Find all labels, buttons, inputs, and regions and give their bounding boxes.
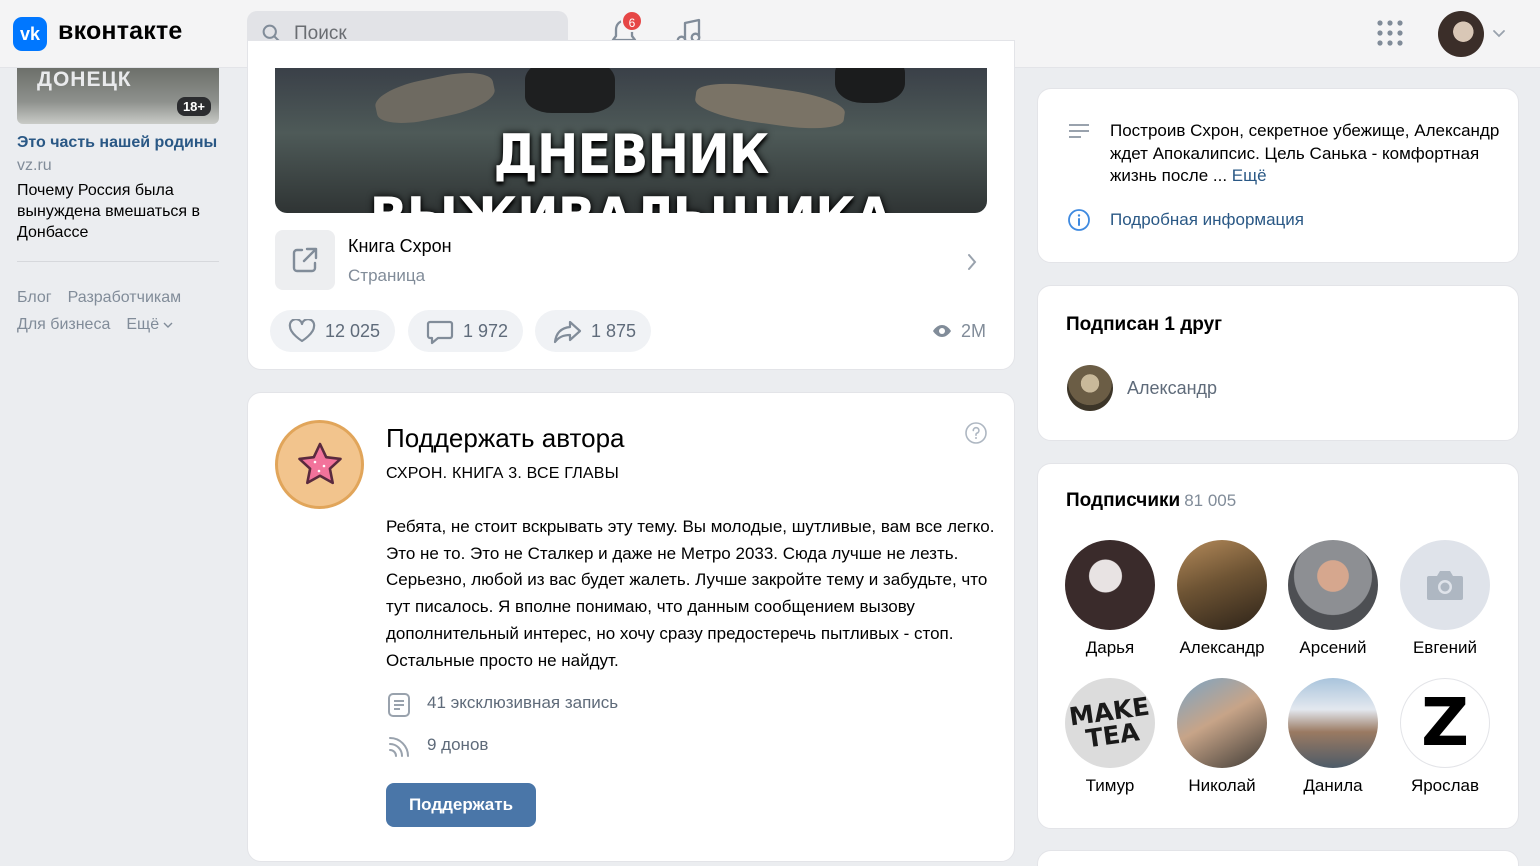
image-detail xyxy=(835,68,905,103)
footer-links: Блог Разработчикам Для бизнеса Ещё xyxy=(17,284,227,338)
ad-title[interactable]: Это часть нашей родины xyxy=(17,134,217,152)
subscriber-avatar xyxy=(1288,540,1378,630)
community-description-text: Построив Схрон, секретное убежище, Алекс… xyxy=(1110,121,1500,185)
subscriber-name: Ярослав xyxy=(1410,776,1480,795)
donut-subtitle: СХРОН. КНИГА 3. ВСЕ ГЛАВЫ xyxy=(386,465,619,482)
ad-image[interactable]: ДОНЕЦК 18+ xyxy=(17,68,219,124)
shares-count: 1 875 xyxy=(591,321,637,341)
next-card xyxy=(1037,850,1519,866)
subscriber-name: Данила xyxy=(1303,776,1363,795)
attachment-title: Книга Схрон xyxy=(348,236,452,256)
subscriber-name: Дарья xyxy=(1085,638,1135,657)
details-link[interactable]: Подробная информация xyxy=(1110,210,1304,230)
share-icon xyxy=(553,320,582,344)
footer-link-developers[interactable]: Разработчикам xyxy=(68,289,182,306)
exclusive-posts-label: 41 эксклюзивная запись xyxy=(427,693,619,712)
subscribers-count: 81 005 xyxy=(1184,491,1237,510)
subscriber-item[interactable]: Евгений xyxy=(1389,540,1501,658)
footer-link-more-label: Ещё xyxy=(126,316,160,333)
donut-title: Поддержать автора xyxy=(386,423,625,453)
notifications-badge: 6 xyxy=(621,10,643,32)
external-link-icon xyxy=(292,247,318,273)
friend-avatar[interactable] xyxy=(1067,365,1113,411)
avatar-text: Z xyxy=(1421,684,1469,761)
rss-icon xyxy=(389,737,409,757)
likes-count: 12 025 xyxy=(325,321,381,341)
subscriber-name: Николай xyxy=(1188,776,1256,795)
comments-count: 1 972 xyxy=(463,321,509,341)
subscriber-name: Александр xyxy=(1179,638,1265,657)
ad-description[interactable]: Почему Россия была вынуждена вмешаться в… xyxy=(17,180,227,243)
image-detail xyxy=(372,68,498,131)
subscriber-avatar xyxy=(1288,678,1378,768)
comment-icon xyxy=(426,320,454,345)
support-button[interactable]: Поддержать xyxy=(386,783,536,827)
sidebar-divider xyxy=(17,261,219,262)
like-button[interactable]: 12 025 xyxy=(270,310,395,352)
apps-grid-icon[interactable] xyxy=(1376,19,1404,47)
subscriber-item[interactable]: Александр xyxy=(1166,540,1278,658)
comment-button[interactable]: 1 972 xyxy=(408,310,523,352)
community-description: Построив Схрон, секретное убежище, Алекс… xyxy=(1110,120,1505,188)
subscriber-avatar: Z xyxy=(1400,678,1490,768)
post-image[interactable]: ДНЕВНИК ВЫЖИВАЛЬЩИКА xyxy=(275,68,987,213)
donors-label: 9 донов xyxy=(427,735,489,754)
subscriber-item[interactable]: Дарья xyxy=(1054,540,1166,658)
age-rating-badge: 18+ xyxy=(176,97,211,116)
subscriber-avatar xyxy=(1177,540,1267,630)
show-more-link[interactable]: Ещё xyxy=(1232,166,1267,185)
views-count: 2M xyxy=(961,321,987,341)
image-detail xyxy=(525,68,615,113)
subscriber-avatar xyxy=(1400,540,1490,630)
help-icon[interactable] xyxy=(964,421,988,445)
subscriber-item[interactable]: Николай xyxy=(1166,678,1278,796)
avatar-text: MAKE TEA xyxy=(1067,691,1152,754)
user-avatar[interactable] xyxy=(1438,11,1484,57)
attachment-icon-box xyxy=(275,230,335,290)
footer-link-more[interactable]: Ещё xyxy=(126,316,173,333)
share-button[interactable]: 1 875 xyxy=(535,310,651,352)
footer-link-business[interactable]: Для бизнеса xyxy=(17,316,110,333)
subscriber-avatar xyxy=(1177,678,1267,768)
friends-title[interactable]: Подписан 1 друг xyxy=(1066,314,1222,336)
subscriber-avatar xyxy=(1065,540,1155,630)
ad-domain: vz.ru xyxy=(17,157,52,174)
subscriber-avatar: MAKE TEA xyxy=(1065,678,1155,768)
info-icon xyxy=(1068,209,1090,231)
document-icon xyxy=(388,693,410,717)
donut-logo xyxy=(275,420,364,509)
camera-icon xyxy=(1427,571,1463,600)
subscriber-name: Арсений xyxy=(1299,638,1367,657)
vk-logo-icon[interactable]: vk xyxy=(13,17,47,51)
eye-icon xyxy=(933,325,951,337)
subscriber-item[interactable]: Арсений xyxy=(1277,540,1389,658)
post-image-title: ДНЕВНИК ВЫЖИВАЛЬЩИКА xyxy=(370,123,894,213)
description-lines-icon xyxy=(1069,124,1089,138)
chevron-down-icon xyxy=(163,322,173,328)
ad-image-text: ДОНЕЦК xyxy=(37,68,132,91)
subscriber-name: Евгений xyxy=(1412,638,1478,657)
subscribers-title[interactable]: Подписчики 81 005 xyxy=(1066,490,1236,512)
donut-description: Ребята, не стоит вскрывать эту тему. Вы … xyxy=(386,517,995,670)
footer-link-blog[interactable]: Блог xyxy=(17,289,52,306)
heart-icon xyxy=(288,319,316,343)
subscriber-item[interactable]: Данила xyxy=(1277,678,1389,796)
friend-name[interactable]: Александр xyxy=(1127,378,1217,399)
subscribers-title-label: Подписчики xyxy=(1066,490,1181,511)
star-icon xyxy=(298,442,342,485)
chevron-right-icon xyxy=(968,254,977,270)
app-name[interactable]: вконтакте xyxy=(58,17,183,46)
subscriber-item[interactable]: Z Ярослав xyxy=(1389,678,1501,796)
friends-card xyxy=(1037,285,1519,441)
subscriber-name: Тимур xyxy=(1085,776,1135,795)
attachment-link[interactable]: Книга Схрон Страница xyxy=(275,230,987,292)
attachment-subtitle: Страница xyxy=(348,266,426,285)
subscriber-item[interactable]: MAKE TEA Тимур xyxy=(1054,678,1166,796)
chevron-down-icon[interactable] xyxy=(1490,26,1508,40)
